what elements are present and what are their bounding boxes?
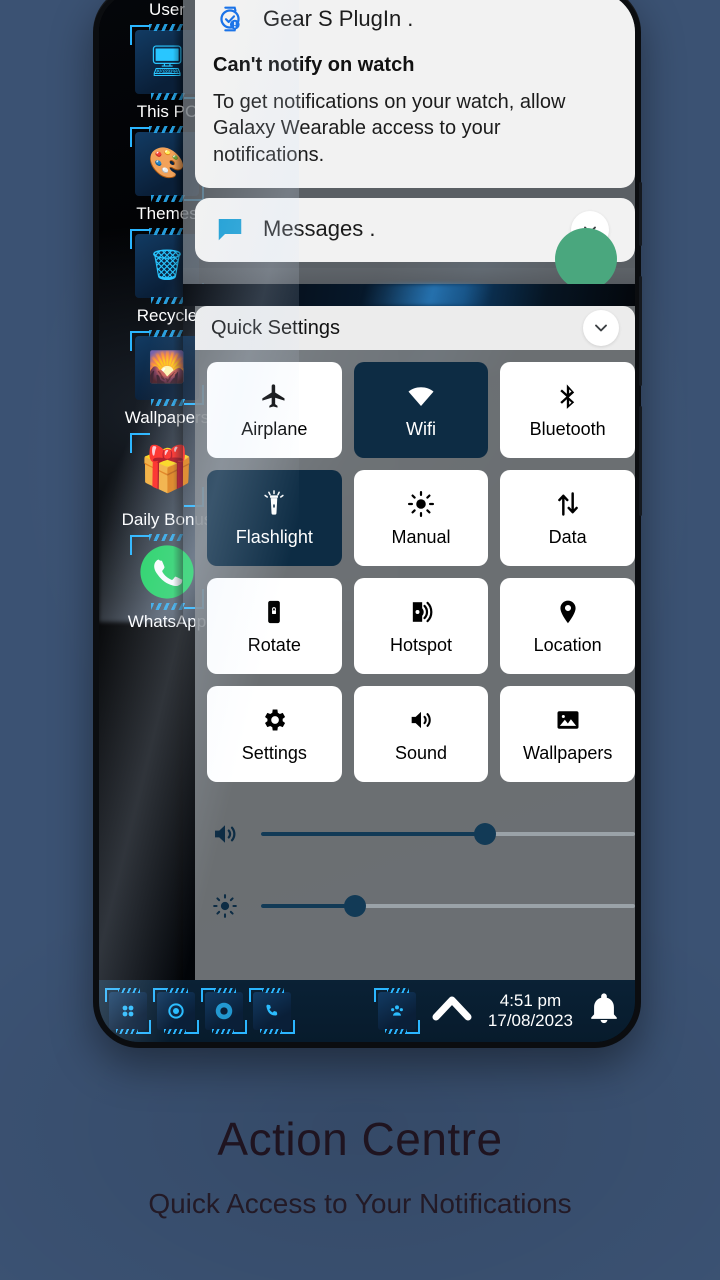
brightness-sun-icon (407, 489, 435, 519)
people-icon[interactable] (373, 988, 420, 1034)
qs-tile-label: Sound (394, 742, 448, 763)
qs-tile-data[interactable]: Data (500, 470, 635, 567)
taskbar-clock[interactable]: 4:51 pm 17/08/2023 (488, 991, 573, 1030)
qs-tile-label: Data (548, 526, 587, 547)
notification-header: Gear S PlugIn . (213, 2, 617, 36)
qs-tile-label: Airplane (241, 418, 308, 439)
qs-tile-label: Rotate (247, 634, 301, 655)
bluetooth-icon (554, 381, 582, 411)
image-icon (554, 705, 582, 735)
notification-app-name: Messages . (263, 216, 376, 242)
qs-tile-label: Settings (241, 742, 307, 763)
qs-tile-hotspot[interactable]: Hotspot (353, 578, 489, 675)
volume-slider-knob[interactable] (474, 823, 497, 846)
notification-shade: Gear S PlugIn . Can't notify on watch To… (173, 0, 635, 980)
quick-settings-panel: Quick Settings Airplane Wifi Bluetooth F… (195, 306, 635, 980)
volume-down-button[interactable] (639, 406, 642, 516)
watch-alert-icon (213, 2, 247, 36)
notification-messages[interactable]: Messages . (195, 198, 635, 291)
phone-device-frame: 👤 User 🖥 This PC 🎨 Theme (93, 0, 642, 1048)
quick-settings-title: Quick Settings (211, 316, 340, 339)
chevron-down-icon (595, 324, 607, 332)
settings-ring-icon[interactable] (153, 988, 199, 1034)
qs-tile-label: Wallpapers (522, 742, 613, 763)
rotate-lock-icon (260, 597, 288, 627)
qs-tile-sound[interactable]: Sound (353, 686, 489, 783)
browser-icon[interactable] (201, 988, 247, 1034)
notification-stack: Gear S PlugIn . Can't notify on watch To… (183, 0, 635, 291)
power-button[interactable] (639, 182, 642, 246)
data-arrows-icon (554, 489, 582, 519)
volume-slider-fill (261, 832, 486, 837)
quick-settings-tile-grid: Airplane Wifi Bluetooth Flashlight Manua… (195, 350, 635, 794)
hotspot-icon (407, 597, 435, 627)
taskbar-date: 17/08/2023 (487, 1011, 573, 1030)
qs-tile-label: Manual (391, 526, 451, 547)
volume-up-button[interactable] (639, 276, 642, 386)
promo-text-block: Action Centre Quick Access to Your Notif… (0, 1112, 720, 1220)
qs-tile-flashlight[interactable]: Flashlight (207, 470, 342, 567)
qs-tile-wifi[interactable]: Wifi (353, 362, 489, 459)
taskbar-time: 4:51 pm (499, 991, 562, 1011)
phone-dialer-icon[interactable] (249, 988, 295, 1034)
brightness-slider-knob[interactable] (343, 895, 366, 918)
avatar (555, 228, 617, 291)
speaker-icon (407, 705, 435, 735)
qs-tile-location[interactable]: Location (500, 578, 635, 675)
page-subtitle: Quick Access to Your Notifications (148, 1188, 572, 1219)
notification-app-name: Gear S PlugIn . (263, 6, 414, 31)
brightness-slider-track[interactable] (261, 895, 635, 918)
flashlight-icon (260, 489, 288, 519)
notification-header: Messages . (213, 212, 617, 246)
qs-tile-airplane[interactable]: Airplane (207, 362, 342, 459)
qs-tile-label: Flashlight (235, 526, 313, 547)
qs-tile-wallpapers[interactable]: Wallpapers (500, 686, 635, 783)
qs-tile-label: Hotspot (389, 634, 453, 655)
apps-grid-icon[interactable] (105, 988, 151, 1034)
notification-title: Can't notify on watch (213, 54, 415, 76)
quick-settings-sliders (195, 794, 635, 958)
gear-icon (260, 705, 288, 735)
airplane-icon (260, 381, 288, 411)
qs-tile-bluetooth[interactable]: Bluetooth (500, 362, 635, 459)
chevron-up-icon[interactable] (430, 993, 474, 1029)
taskbar-left-icons (105, 988, 295, 1034)
wifi-icon (406, 381, 436, 411)
qs-tile-label: Bluetooth (529, 418, 606, 439)
phone-screen: 👤 User 🖥 This PC 🎨 Theme (99, 0, 635, 1042)
shade-wallpaper-gap (183, 284, 635, 307)
volume-slider-row[interactable] (207, 798, 635, 870)
qs-tile-settings[interactable]: Settings (207, 686, 342, 783)
brightness-slider-fill (261, 904, 355, 909)
brightness-icon (207, 893, 243, 919)
volume-icon (207, 819, 243, 849)
notification-gear-s-plugin[interactable]: Gear S PlugIn . Can't notify on watch To… (195, 0, 635, 189)
bell-icon[interactable] (587, 992, 621, 1031)
quick-settings-collapse-button[interactable] (583, 310, 619, 347)
taskbar-system-tray: 4:51 pm 17/08/2023 (373, 988, 625, 1034)
qs-tile-label: Wifi (405, 418, 436, 439)
location-pin-icon (554, 597, 582, 627)
page-title: Action Centre (217, 1113, 503, 1165)
qs-tile-rotate[interactable]: Rotate (207, 578, 342, 675)
volume-slider-track[interactable] (261, 823, 635, 846)
taskbar: 4:51 pm 17/08/2023 (99, 980, 635, 1042)
notification-body: To get notifications on your watch, allo… (213, 91, 566, 166)
qs-tile-label: Location (533, 634, 602, 655)
message-bubble-icon (213, 212, 247, 246)
qs-tile-manual[interactable]: Manual (353, 470, 489, 567)
quick-settings-header[interactable]: Quick Settings (195, 306, 635, 351)
brightness-slider-row[interactable] (207, 870, 635, 942)
phone-bezel: 👤 User 🖥 This PC 🎨 Theme (99, 0, 635, 1042)
